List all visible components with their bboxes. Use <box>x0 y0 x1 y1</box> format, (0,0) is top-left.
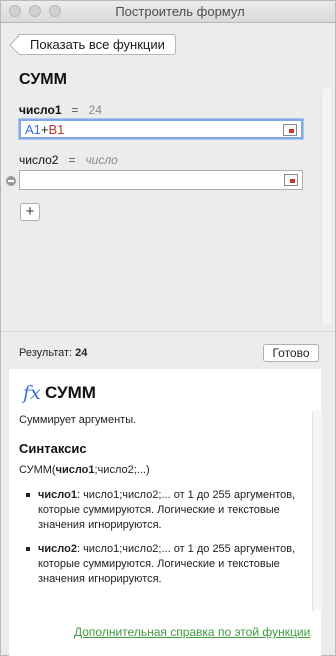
add-argument-button[interactable]: + <box>20 203 40 221</box>
syntax-text: СУММ(число1;число2;...) <box>19 464 150 476</box>
help-scrollbar[interactable] <box>312 411 322 611</box>
section-divider <box>1 331 335 332</box>
argument-2-placeholder-value: число <box>85 153 118 167</box>
help-function-title: СУММ <box>45 383 96 402</box>
argument-1-ref-b: B1 <box>48 121 65 137</box>
syntax-function: СУММ( <box>19 464 56 476</box>
argument-1-row: число1 = 24 <box>19 103 102 117</box>
help-argument-1-name: число1 <box>38 489 77 501</box>
argument-1-equals: = <box>71 103 79 117</box>
result-value: 24 <box>75 347 88 359</box>
help-argument-1-text: : число1;число2;... от 1 до 255 аргумент… <box>38 489 296 531</box>
cell-reference-picker-icon[interactable] <box>284 174 298 186</box>
syntax-arg1: число1 <box>55 464 95 476</box>
show-all-functions-button[interactable]: Показать все функции <box>17 34 176 55</box>
help-argument-1: число1: число1;число2;... от 1 до 255 ар… <box>26 488 306 533</box>
syntax-rest: ;число2;...) <box>94 464 150 476</box>
result-readout: Результат: 24 <box>19 347 87 359</box>
arguments-scrollbar[interactable] <box>321 89 331 323</box>
argument-1-value: 24 <box>88 103 102 117</box>
argument-2-name: число2 <box>19 153 59 167</box>
argument-2-equals: = <box>68 153 76 167</box>
show-all-functions-label: Показать все функции <box>30 37 165 52</box>
remove-argument-icon[interactable] <box>6 176 16 186</box>
syntax-heading: Синтаксис <box>19 441 87 456</box>
cell-reference-picker-icon[interactable] <box>283 124 297 136</box>
help-argument-2-name: число2 <box>38 543 77 555</box>
help-argument-2-text: : число1;число2;... от 1 до 255 аргумент… <box>38 543 296 585</box>
argument-1-operator: + <box>40 121 49 137</box>
argument-1-name: число1 <box>19 103 62 117</box>
result-label: Результат: <box>19 347 73 359</box>
help-argument-2: число2: число1;число2;... от 1 до 255 ар… <box>26 542 306 587</box>
more-help-link[interactable]: Дополнительная справка по этой функции <box>74 625 310 639</box>
window-title: Построитель формул <box>115 4 245 19</box>
function-name: СУММ <box>19 71 67 88</box>
fx-icon: fx <box>23 382 41 404</box>
help-description: Суммирует аргументы. <box>19 414 137 426</box>
argument-1-input[interactable]: A1 + B1 <box>19 119 303 139</box>
titlebar: Построитель формул <box>1 1 335 23</box>
argument-1-ref-a: A1 <box>25 121 41 137</box>
formula-builder-window: Построитель формул Показать все функции … <box>0 0 336 656</box>
argument-2-row: число2 = число <box>19 153 118 167</box>
argument-2-input[interactable] <box>19 170 303 190</box>
done-button[interactable]: Готово <box>263 344 319 362</box>
